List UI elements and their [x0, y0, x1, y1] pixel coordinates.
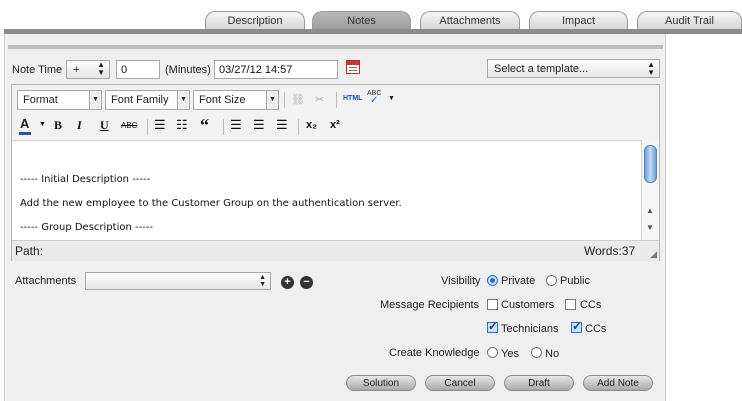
chevron-down-icon[interactable]: ▼ — [39, 121, 46, 128]
customer-ccs-label: CCs — [580, 299, 602, 311]
remove-attachment-icon[interactable]: − — [300, 276, 313, 289]
bullet-list-icon[interactable]: ☰ — [154, 117, 166, 133]
tab-impact[interactable]: Impact — [529, 11, 628, 30]
scroll-thumb[interactable] — [644, 145, 657, 183]
editor-scrollbar[interactable]: ▲ ▼ — [641, 140, 659, 240]
font-family-dropdown-label: Font Family — [111, 94, 169, 106]
link-icon[interactable]: ⛓ — [291, 93, 305, 106]
customers-label: Customers — [501, 299, 555, 311]
customer-ccs-checkbox[interactable] — [565, 299, 576, 310]
toolbar-separator — [336, 92, 337, 108]
toolbar-separator — [284, 92, 285, 108]
draft-button[interactable]: Draft — [504, 375, 574, 391]
chevron-down-icon: ▼ — [89, 91, 101, 109]
text-color-icon[interactable]: A — [19, 116, 31, 135]
italic-button[interactable]: I — [77, 118, 82, 133]
superscript-button[interactable]: x² — [330, 119, 340, 131]
minutes-label: (Minutes) — [165, 64, 211, 76]
align-left-icon[interactable]: ☰ — [230, 117, 242, 133]
resize-handle-icon[interactable]: ◢ — [650, 249, 657, 260]
knowledge-no-label: No — [545, 348, 560, 360]
toolbar-separator — [223, 119, 224, 135]
create-knowledge-label: Create Knowledge — [389, 347, 480, 359]
tab-attachments[interactable]: Attachments — [420, 11, 520, 30]
attachments-select[interactable]: ▲ ▼ — [85, 272, 271, 290]
font-size-dropdown-label: Font Size — [199, 94, 246, 106]
technician-ccs-label: CCs — [585, 323, 607, 335]
blockquote-icon[interactable]: “ — [200, 115, 209, 136]
numbered-list-icon[interactable]: ☷ — [176, 117, 188, 133]
panel-divider — [8, 45, 663, 49]
editor-content-area[interactable]: ----- Initial Description ----- Add the … — [12, 140, 641, 241]
updown-arrows-icon: ▲ ▼ — [97, 60, 105, 77]
template-select-value: Select a template... — [494, 63, 589, 75]
visibility-private-radio[interactable] — [487, 275, 498, 286]
html-source-button[interactable]: HTML — [343, 95, 362, 102]
updown-arrows-icon: ▲ ▼ — [647, 60, 655, 77]
strikethrough-button[interactable]: ABC — [121, 121, 137, 130]
font-size-dropdown[interactable]: Font Size ▼ — [193, 90, 279, 110]
tab-description[interactable]: Description — [205, 11, 305, 30]
tab-notes[interactable]: Notes — [312, 11, 411, 30]
add-attachment-icon[interactable]: + — [281, 276, 294, 289]
chevron-down-icon: ▼ — [266, 91, 278, 109]
note-editor: Format ▼ Font Family ▼ Font Size ▼ ⛓ ✂ H… — [11, 84, 660, 261]
editor-line: ----- Initial Description ----- — [20, 174, 151, 185]
time-sign-select[interactable]: + ▲ ▼ — [66, 60, 110, 79]
spellcheck-icon[interactable]: ABC ✓ — [367, 90, 381, 106]
tab-bar: Description Notes Attachments Impact Aud… — [0, 11, 742, 31]
tab-audit-trail[interactable]: Audit Trail — [637, 11, 742, 30]
chevron-down-icon[interactable]: ▼ — [388, 95, 395, 102]
updown-arrows-icon: ▲ ▼ — [259, 274, 266, 288]
align-right-icon[interactable]: ☰ — [276, 117, 288, 133]
knowledge-yes-radio[interactable] — [487, 347, 498, 358]
minutes-input[interactable]: 0 — [116, 60, 160, 79]
note-datetime-input[interactable]: 03/27/12 14:57 — [214, 60, 338, 79]
knowledge-no-radio[interactable] — [531, 347, 542, 358]
unlink-icon[interactable]: ✂ — [315, 93, 324, 106]
technician-ccs-checkbox[interactable] — [571, 319, 582, 333]
editor-toolbar-top: Format ▼ Font Family ▼ Font Size ▼ ⛓ ✂ H… — [12, 85, 659, 112]
underline-button[interactable]: U — [100, 118, 109, 133]
cancel-button[interactable]: Cancel — [425, 375, 495, 391]
visibility-private-label: Private — [501, 275, 536, 287]
editor-statusbar: Path: Words:37 ◢ — [12, 240, 659, 261]
path-label: Path: — [15, 244, 44, 258]
scroll-down-icon[interactable]: ▼ — [646, 223, 654, 232]
format-dropdown[interactable]: Format ▼ — [17, 90, 102, 110]
toolbar-separator — [298, 119, 299, 135]
editor-line: ----- Group Description ----- — [20, 222, 154, 233]
chevron-down-icon: ▼ — [177, 91, 189, 109]
visibility-label: Visibility — [441, 275, 481, 287]
scroll-up-icon[interactable]: ▲ — [646, 206, 654, 215]
subscript-button[interactable]: x₂ — [306, 119, 317, 131]
add-note-button[interactable]: Add Note — [583, 375, 653, 391]
solution-button[interactable]: Solution — [346, 375, 416, 391]
font-family-dropdown[interactable]: Font Family ▼ — [105, 90, 190, 110]
format-dropdown-label: Format — [23, 94, 58, 106]
recipients-label: Message Recipients — [380, 299, 480, 311]
editor-line: Add the new employee to the Customer Gro… — [20, 198, 402, 209]
time-sign-value: + — [73, 64, 80, 76]
customers-checkbox[interactable] — [487, 299, 498, 310]
note-time-label: Note Time — [12, 64, 63, 76]
calendar-icon[interactable] — [346, 60, 360, 74]
knowledge-yes-label: Yes — [501, 348, 519, 360]
attachments-label: Attachments — [15, 275, 77, 287]
template-select[interactable]: Select a template... ▲ ▼ — [487, 59, 660, 78]
technicians-label: Technicians — [501, 323, 559, 335]
editor-toolbar-bottom: A ▼ B I U ABC ☰ ☷ “ ☰ ☰ ☰ x₂ x² — [12, 113, 659, 140]
align-center-icon[interactable]: ☰ — [253, 117, 265, 133]
technicians-checkbox[interactable] — [487, 319, 498, 333]
visibility-public-label: Public — [560, 275, 590, 287]
word-count: Words:37 — [584, 244, 636, 258]
bold-button[interactable]: B — [54, 118, 62, 133]
toolbar-separator — [147, 119, 148, 135]
visibility-public-radio[interactable] — [546, 275, 557, 286]
